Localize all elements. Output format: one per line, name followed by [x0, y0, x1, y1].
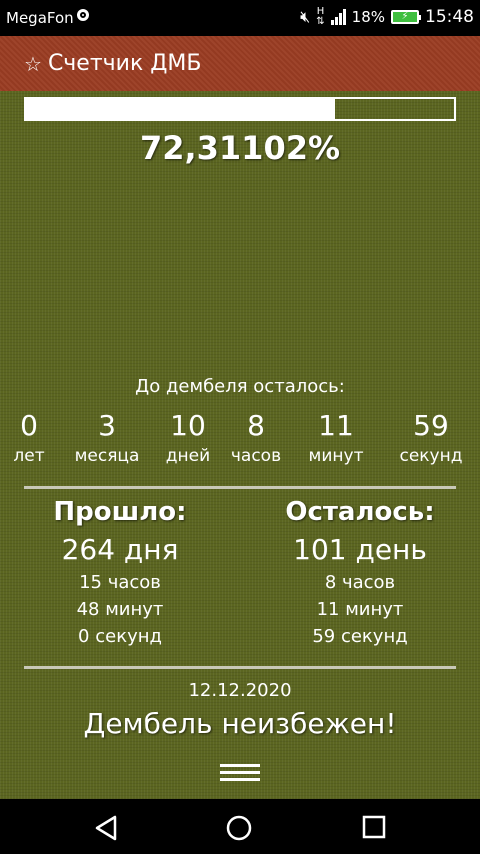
countdown-label: До дембеля осталось:	[135, 376, 345, 397]
left-days: 101 день	[293, 533, 427, 566]
countdown-unit: часов	[230, 446, 282, 466]
countdown-value: 3	[98, 409, 116, 442]
countdown-months: 3 месяца	[62, 409, 152, 466]
countdown-minutes: 11 минут	[291, 409, 381, 466]
system-nav-bar	[0, 799, 480, 854]
carrier-logo-icon	[77, 9, 89, 21]
divider	[24, 666, 456, 669]
carrier-name: MegaFon	[6, 9, 74, 27]
divider	[24, 486, 456, 489]
countdown-value: 59	[413, 409, 449, 442]
menu-icon[interactable]	[220, 764, 260, 784]
countdown-unit: секунд	[399, 446, 463, 466]
left-column: Осталось: 101 день 8 часов 11 минут 59 с…	[250, 497, 470, 647]
service-progress-bar	[24, 97, 456, 121]
star-icon: ☆	[24, 51, 42, 76]
left-heading: Осталось:	[285, 497, 435, 527]
countdown-unit: месяца	[74, 446, 140, 466]
progress-percent: 72,31102%	[139, 129, 341, 167]
recents-icon[interactable]	[361, 814, 387, 840]
countdown-value: 11	[318, 409, 354, 442]
main-content: 72,31102% До дембеля осталось: 0 лет 3 м…	[0, 91, 480, 799]
status-bar: MegaFon 🔇︎ H ⇅ 18% ⚡ 15:48	[0, 0, 480, 36]
countdown-unit: минут	[308, 446, 364, 466]
back-icon[interactable]	[93, 814, 121, 842]
left-minutes: 11 минут	[316, 599, 404, 620]
passed-days: 264 дня	[61, 533, 179, 566]
countdown-value: 8	[247, 409, 265, 442]
passed-hours: 15 часов	[79, 572, 161, 593]
countdown-hours: 8 часов	[211, 409, 301, 466]
app-title: Счетчик ДМБ	[47, 51, 202, 76]
app-toolbar: ☆ Счетчик ДМБ	[0, 36, 480, 91]
battery-charging-icon: ⚡	[391, 10, 421, 24]
clock: 15:48	[425, 7, 474, 27]
countdown-seconds: 59 секунд	[386, 409, 476, 466]
left-seconds: 59 секунд	[312, 626, 408, 647]
motto-text: Дембель неизбежен!	[83, 707, 397, 740]
demob-date: 12.12.2020	[188, 680, 292, 701]
mute-icon: 🔇︎	[300, 7, 311, 26]
passed-column: Прошло: 264 дня 15 часов 48 минут 0 секу…	[10, 497, 230, 647]
left-hours: 8 часов	[324, 572, 396, 593]
network-type: H ⇅	[316, 6, 325, 27]
progress-fill	[26, 99, 336, 119]
passed-seconds: 0 секунд	[78, 626, 162, 647]
passed-heading: Прошло:	[53, 497, 187, 527]
signal-icon	[330, 9, 346, 25]
battery-percent: 18%	[351, 8, 385, 26]
home-icon[interactable]	[225, 814, 253, 842]
passed-minutes: 48 минут	[76, 599, 164, 620]
